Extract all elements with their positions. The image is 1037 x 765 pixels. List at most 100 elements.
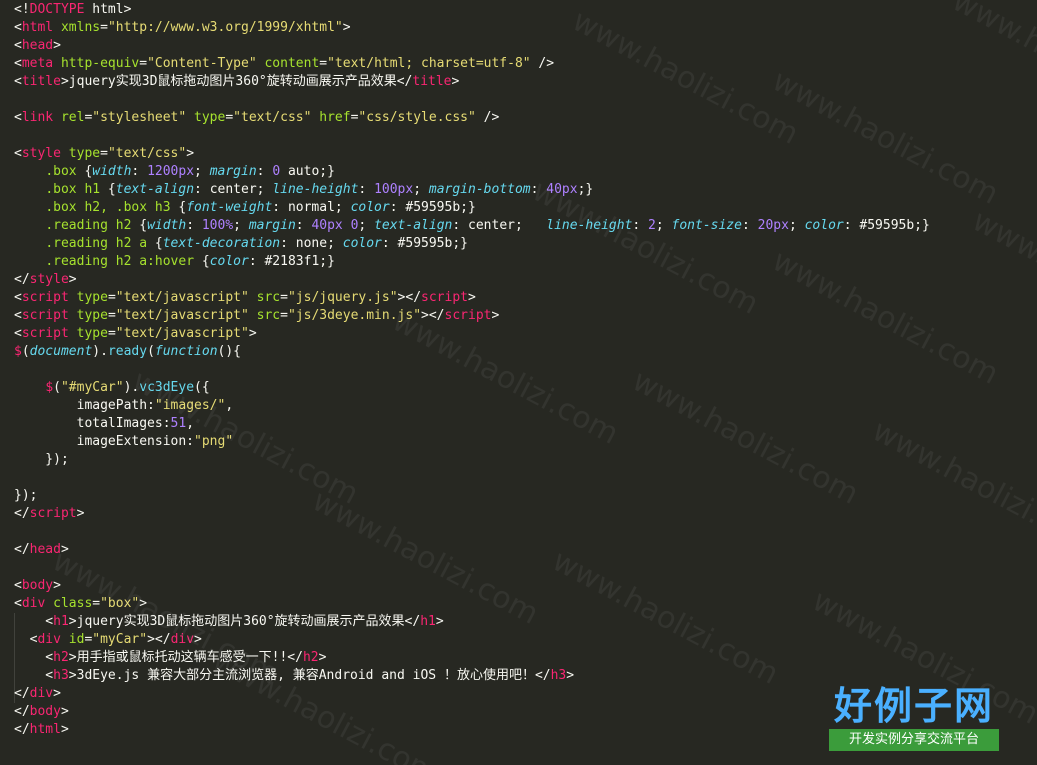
code-token: font-weight (186, 200, 273, 215)
code-line[interactable]: $("#myCar").vc3dEye({ (14, 379, 1037, 397)
code-line[interactable] (14, 361, 1037, 379)
code-token: title (412, 74, 452, 89)
code-line[interactable] (14, 127, 1037, 145)
code-line[interactable]: }); (14, 487, 1037, 505)
code-line[interactable]: <link rel="stylesheet" type="text/css" h… (14, 109, 1037, 127)
indent-guide (14, 613, 15, 703)
code-token: > (53, 578, 61, 593)
code-line[interactable]: <!DOCTYPE html> (14, 1, 1037, 19)
code-line[interactable]: <script type="text/javascript" src="js/3… (14, 307, 1037, 325)
code-token: html (21, 20, 54, 35)
code-token: ; (788, 218, 805, 233)
code-line[interactable]: </head> (14, 541, 1037, 559)
code-token: > (318, 650, 327, 665)
code-token: margin-bottom (428, 182, 531, 197)
code-line[interactable]: .reading h2 a {text-decoration: none; co… (14, 235, 1037, 253)
code-token: xmlns (60, 20, 101, 35)
code-token: line-height (272, 182, 359, 197)
code-token: h3 (53, 668, 69, 683)
code-token: }); (14, 452, 69, 467)
code-token: : center; (452, 218, 547, 233)
code-line[interactable] (14, 559, 1037, 577)
code-line[interactable]: .box h1 {text-align: center; line-height… (14, 181, 1037, 199)
code-token: /> (475, 110, 500, 125)
code-line[interactable]: <div id="myCar"></div> (14, 631, 1037, 649)
code-line[interactable]: <meta http-equiv="Content-Type" content=… (14, 55, 1037, 73)
code-token: = (107, 326, 116, 341)
code-token: ). (123, 380, 140, 395)
code-token: , (186, 416, 195, 431)
code-token: < (14, 650, 54, 665)
code-token: rel (60, 110, 85, 125)
code-token: "text/css" (107, 146, 187, 161)
code-token: totalImages: (14, 416, 171, 431)
code-token: div (21, 596, 46, 611)
code-token: "css/style.css" (358, 110, 476, 125)
code-token: "png" (194, 434, 234, 449)
code-token: { (100, 182, 116, 197)
code-token: > (68, 272, 77, 287)
code-token: $ (14, 344, 22, 359)
code-token: content (264, 56, 320, 71)
code-line[interactable]: totalImages:51, (14, 415, 1037, 433)
code-line[interactable]: .box h2, .box h3 {font-weight: normal; c… (14, 199, 1037, 217)
code-line[interactable]: </style> (14, 271, 1037, 289)
code-token: 3dEye.js 兼容大部分主流浏览器, 兼容Android and iOS ！… (76, 668, 535, 683)
code-token: ready (107, 344, 148, 359)
code-token: > (68, 668, 77, 683)
code-line[interactable]: .reading h2 {width: 100%; margin: 40px 0… (14, 217, 1037, 235)
code-line[interactable]: .box {width: 1200px; margin: 0 auto;} (14, 163, 1037, 181)
code-line[interactable]: <h2>用手指或鼠标托动这辆车感受一下!!</h2> (14, 649, 1037, 667)
code-token: <! (14, 2, 30, 17)
code-token: = (319, 56, 328, 71)
code-token: "js/jquery.js" (287, 290, 398, 305)
code-token: http-equiv (60, 56, 140, 71)
code-token: < (14, 290, 22, 305)
code-token: $ (45, 380, 54, 395)
code-line[interactable]: <head> (14, 37, 1037, 55)
code-token: : (741, 218, 758, 233)
code-token: color (350, 200, 390, 215)
code-line[interactable]: <div class="box"> (14, 595, 1037, 613)
code-token: style (29, 272, 69, 287)
code-line[interactable] (14, 91, 1037, 109)
code-line[interactable]: $(document).ready(function(){ (14, 343, 1037, 361)
code-token: text-align (115, 182, 195, 197)
code-token: href (319, 110, 351, 125)
code-token: = (280, 290, 288, 305)
code-line[interactable]: imageExtension:"png" (14, 433, 1037, 451)
code-line[interactable]: <script type="text/javascript"> (14, 325, 1037, 343)
code-line[interactable]: .reading h2 a:hover {color: #2183f1;} (14, 253, 1037, 271)
code-token: = (280, 308, 288, 323)
code-token: > (342, 20, 351, 35)
code-line[interactable] (14, 469, 1037, 487)
code-token: </ (396, 74, 413, 89)
code-line[interactable]: <title>jquery实现3D鼠标拖动图片360°旋转动画展示产品效果</t… (14, 73, 1037, 91)
code-token: /> (530, 56, 555, 71)
code-token: (){ (217, 344, 242, 359)
code-line[interactable]: <html xmlns="http://www.w3.org/1999/xhtm… (14, 19, 1037, 37)
code-token: src (256, 290, 281, 305)
code-token: div (29, 686, 54, 701)
code-token: 20px (757, 218, 789, 233)
code-token: color (804, 218, 844, 233)
code-line[interactable]: imagePath:"images/", (14, 397, 1037, 415)
code-token: < (14, 308, 22, 323)
code-token: "#myCar" (60, 380, 124, 395)
code-token: div (37, 632, 61, 647)
code-line[interactable]: <body> (14, 577, 1037, 595)
code-line[interactable]: <h1>jquery实现3D鼠标拖动图片360°旋转动画展示产品效果</h1> (14, 613, 1037, 631)
code-line[interactable]: }); (14, 451, 1037, 469)
code-editor[interactable]: <!DOCTYPE html> <html xmlns="http://www.w… (0, 0, 1037, 765)
code-line[interactable]: </script> (14, 505, 1037, 523)
code-token: = (107, 290, 116, 305)
code-line[interactable]: <style type="text/css"> (14, 145, 1037, 163)
code-token: > (566, 668, 575, 683)
code-line[interactable]: <script type="text/javascript" src="js/j… (14, 289, 1037, 307)
code-line[interactable] (14, 523, 1037, 541)
